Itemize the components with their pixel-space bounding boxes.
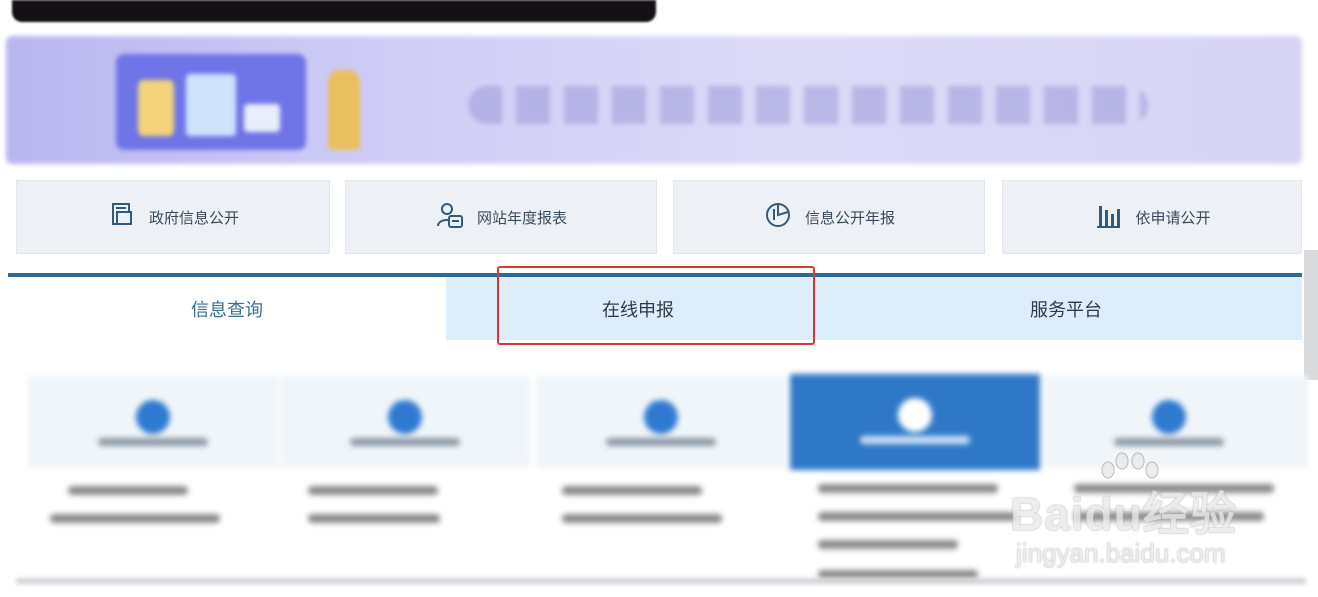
quick-links-row: 政府信息公开 网站年度报表 信息公开年报 依申请公开 [14, 180, 1314, 254]
page-scrollbar[interactable] [1304, 250, 1318, 380]
tab-online-declaration[interactable]: 在线申报 [446, 277, 830, 340]
bottom-divider [16, 578, 1306, 584]
service-icon [136, 400, 170, 434]
tab-info-query[interactable]: 信息查询 [8, 277, 446, 340]
tab-service-platform[interactable]: 服务平台 [830, 277, 1302, 340]
banner-title-blurred [468, 86, 1148, 124]
service-icon [388, 400, 422, 434]
service-tile[interactable] [280, 376, 530, 468]
quick-link-label: 网站年度报表 [476, 209, 567, 227]
banner-illustration [116, 54, 306, 150]
quick-link-apply-disclosure[interactable]: 依申请公开 [1002, 180, 1302, 254]
top-dark-bar [12, 0, 656, 22]
service-icon [898, 398, 932, 432]
baidu-watermark: Baidu经验 jingyan.baidu.com [1010, 452, 1260, 572]
watermark-url: jingyan.baidu.com [1016, 538, 1226, 568]
service-tile[interactable] [536, 376, 786, 468]
user-report-icon [435, 200, 465, 234]
service-tile-active[interactable] [790, 374, 1040, 470]
quick-link-site-annual-report[interactable]: 网站年度报表 [345, 180, 657, 254]
service-icon [644, 400, 678, 434]
service-tile[interactable] [28, 376, 278, 468]
banner-person-illustration [328, 70, 360, 150]
document-icon [107, 200, 137, 234]
quick-link-label: 依申请公开 [1135, 209, 1211, 227]
hero-banner[interactable] [6, 36, 1302, 164]
bar-chart-icon [1093, 200, 1123, 234]
pie-chart-icon [763, 200, 793, 234]
quick-link-label: 信息公开年报 [804, 209, 895, 227]
quick-link-info-annual-report[interactable]: 信息公开年报 [673, 180, 985, 254]
quick-link-gov-info[interactable]: 政府信息公开 [16, 180, 330, 254]
quick-link-label: 政府信息公开 [148, 209, 239, 227]
watermark-logo-text: Baidu经验 [1010, 488, 1237, 540]
service-icon [1152, 400, 1186, 434]
